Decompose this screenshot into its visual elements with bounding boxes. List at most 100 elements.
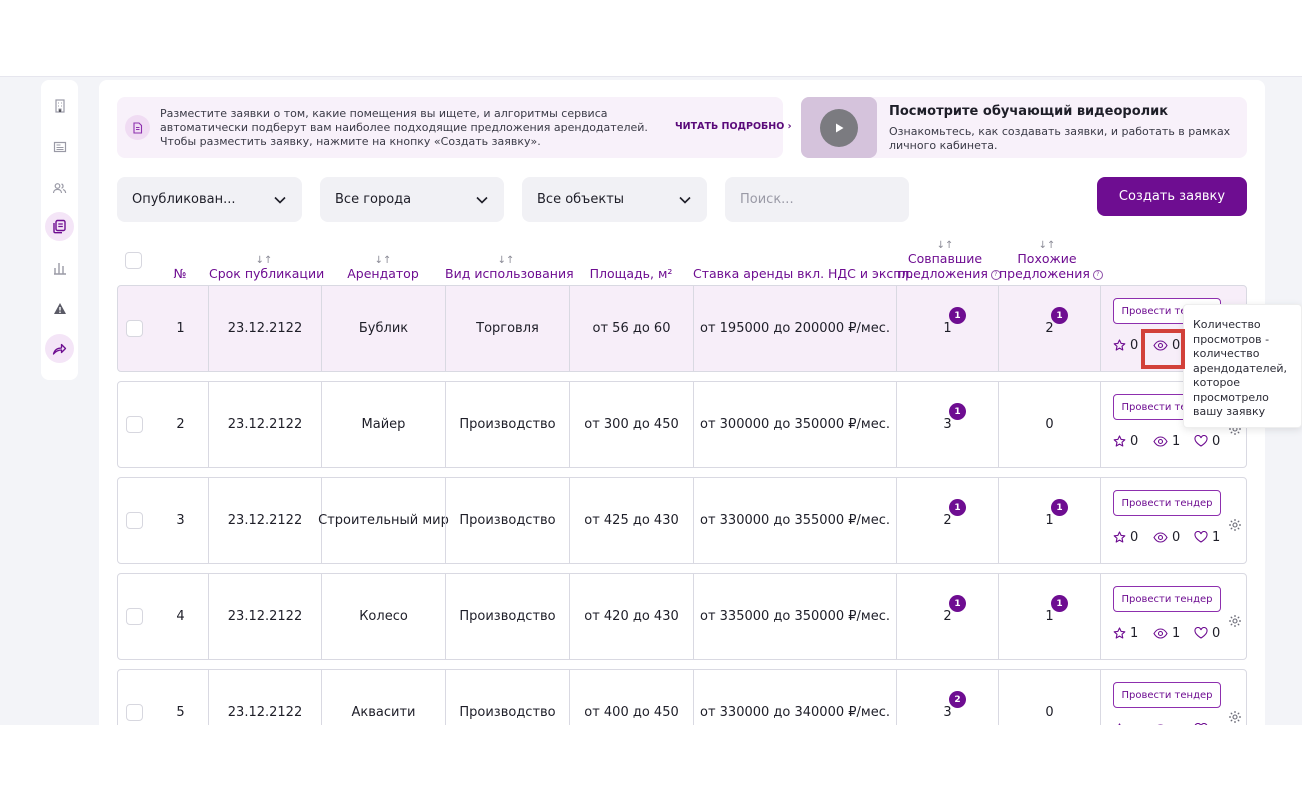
cell-matched[interactable]: 3 2 [896, 670, 998, 725]
create-request-button[interactable]: Создать заявку [1097, 177, 1247, 216]
header-usage[interactable]: ↓↑ Вид использования [445, 255, 574, 282]
table-row[interactable]: 1 23.12.2122 Бублик Торговля от 56 до 60… [117, 285, 1247, 372]
stars-stat: 0 [1113, 337, 1138, 353]
warning-icon[interactable] [45, 294, 74, 323]
header-similar[interactable]: ↓↑ Похожие предложения? [999, 240, 1103, 281]
tender-button[interactable]: Провести тендер [1113, 682, 1221, 708]
video-description: Ознакомьтесь, как создавать заявки, и ра… [889, 125, 1231, 152]
header-tenant[interactable]: ↓↑ Арендатор [333, 255, 433, 282]
row-checkbox[interactable] [126, 608, 143, 625]
cell-date: 23.12.2122 [208, 670, 321, 725]
header-usage-label: Вид использования [445, 266, 574, 281]
views-highlight-box [1141, 329, 1185, 369]
cell-matched[interactable]: 2 1 [896, 574, 998, 659]
bar-chart-icon[interactable] [45, 253, 74, 282]
cell-area: от 56 до 60 [569, 286, 693, 371]
cell-rate: от 330000 до 355000 ₽/мес. [693, 478, 896, 563]
heart-icon [1194, 627, 1208, 639]
video-thumbnail[interactable] [801, 97, 877, 158]
cell-similar[interactable]: 0 [998, 382, 1100, 467]
cell-rate: от 300000 до 350000 ₽/мес. [693, 382, 896, 467]
header-period[interactable]: ↓↑ Срок публикации [209, 255, 324, 282]
sort-icon: ↓↑ [936, 240, 954, 251]
app-area: Разместите заявки о том, какие помещения… [0, 76, 1302, 725]
header-rate: Ставка аренды вкл. НДС и экспл. [693, 266, 914, 281]
cell-similar[interactable]: 1 1 [998, 574, 1100, 659]
cell-similar[interactable]: 1 1 [998, 478, 1100, 563]
table-row[interactable]: 5 23.12.2122 Аквасити Производство от 40… [117, 669, 1247, 725]
sort-icon: ↓↑ [497, 255, 515, 266]
stars-count: 0 [1130, 337, 1139, 353]
header-similar-label-2: предложения [999, 266, 1090, 281]
similar-badge: 1 [1051, 595, 1068, 612]
help-icon[interactable]: ? [1092, 269, 1103, 280]
table-header: № ↓↑ Срок публикации ↓↑ Арендатор ↓↑ Вид… [117, 240, 1247, 285]
matched-badge: 1 [949, 307, 966, 324]
views-stat: 1 [1153, 625, 1180, 641]
stars-count: 1 [1130, 625, 1139, 641]
matched-count: 1 [943, 321, 952, 336]
heart-icon [1194, 531, 1208, 543]
sidebar [41, 80, 78, 380]
cell-num: 4 [176, 609, 185, 624]
cell-matched[interactable]: 1 1 [896, 286, 998, 371]
header-num: № [173, 266, 187, 281]
table-row[interactable]: 3 23.12.2122 Строительный мир Производст… [117, 477, 1247, 564]
heart-icon [1194, 723, 1208, 725]
views-count: 1 [1172, 625, 1181, 641]
row-checkbox[interactable] [126, 512, 143, 529]
cell-num: 5 [176, 705, 185, 720]
gear-icon[interactable] [1228, 614, 1242, 628]
newspaper-icon[interactable] [45, 132, 74, 161]
building-icon[interactable] [45, 91, 74, 120]
sort-icon: ↓↑ [255, 255, 273, 266]
sort-icon: ↓↑ [374, 255, 392, 266]
likes-count: 1 [1212, 529, 1221, 545]
banner-text: Разместите заявки о том, какие помещения… [160, 107, 648, 148]
matched-badge: 1 [949, 499, 966, 516]
status-filter[interactable]: Опубликован... [117, 177, 302, 222]
table-row[interactable]: 4 23.12.2122 Колесо Производство от 420 … [117, 573, 1247, 660]
gear-icon[interactable] [1228, 518, 1242, 532]
stars-stat: 0 [1113, 433, 1138, 449]
likes-stat [1194, 721, 1212, 725]
cell-matched[interactable]: 3 1 [896, 382, 998, 467]
similar-count: 1 [1045, 513, 1054, 528]
cell-date: 23.12.2122 [208, 382, 321, 467]
row-checkbox[interactable] [126, 416, 143, 433]
status-filter-value: Опубликован... [132, 192, 236, 207]
share-icon[interactable] [45, 334, 74, 363]
cell-usage: Производство [445, 670, 569, 725]
tender-button[interactable]: Провести тендер [1113, 490, 1221, 516]
sort-icon: ↓↑ [1038, 240, 1056, 251]
row-checkbox[interactable] [126, 704, 143, 721]
main-panel: Разместите заявки о том, какие помещения… [99, 80, 1265, 725]
video-title: Посмотрите обучающий видеоролик [889, 104, 1169, 119]
cell-similar[interactable]: 2 1 [998, 286, 1100, 371]
object-filter[interactable]: Все объекты [522, 177, 707, 222]
matched-badge: 1 [949, 595, 966, 612]
cell-usage: Производство [445, 478, 569, 563]
row-checkbox[interactable] [126, 320, 143, 337]
cell-actions: Провести тендер [1100, 670, 1246, 725]
cell-similar[interactable]: 0 [998, 670, 1100, 725]
cell-tenant: Колесо [321, 574, 445, 659]
users-icon[interactable] [45, 173, 74, 202]
select-all-checkbox[interactable] [125, 252, 142, 269]
play-icon[interactable] [820, 108, 858, 147]
video-card: Посмотрите обучающий видеоролик Ознакомь… [801, 97, 1247, 158]
header-matched-label: Совпавшие [907, 251, 983, 266]
matched-count: 3 [943, 705, 952, 720]
read-more-link[interactable]: ЧИТАТЬ ПОДРОБНО › [675, 121, 792, 132]
tender-button[interactable]: Провести тендер [1113, 586, 1221, 612]
gear-icon[interactable] [1228, 710, 1242, 724]
documents-icon[interactable] [45, 212, 74, 241]
eye-icon [1153, 627, 1168, 639]
search-input[interactable] [725, 177, 909, 222]
object-filter-value: Все объекты [537, 192, 625, 207]
cell-matched[interactable]: 2 1 [896, 478, 998, 563]
city-filter[interactable]: Все города [320, 177, 504, 222]
header-matched[interactable]: ↓↑ Совпавшие предложения? [897, 240, 1001, 281]
cell-num: 1 [176, 321, 185, 336]
table-row[interactable]: 2 23.12.2122 Майер Производство от 300 д… [117, 381, 1247, 468]
